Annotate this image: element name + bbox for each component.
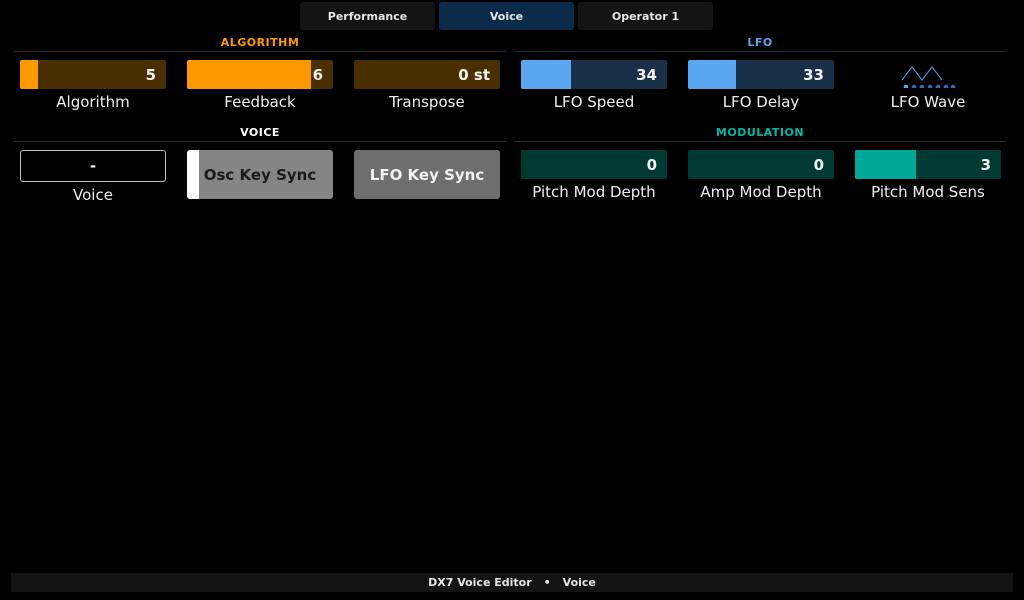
lfo-delay-value: 33 xyxy=(803,65,824,84)
modulation-section-header: MODULATION xyxy=(514,126,1006,142)
lfo-delay-label: LFO Delay xyxy=(722,93,800,111)
footer-separator: • xyxy=(543,576,551,589)
algorithm-section-title: ALGORITHM xyxy=(220,36,300,49)
lfo-speed-control: 34 LFO Speed xyxy=(521,60,667,111)
lfo-speed-value: 34 xyxy=(636,65,657,84)
lfo-key-sync-control: LFO Key Sync xyxy=(354,150,500,199)
feedback-value: 6 xyxy=(312,65,323,84)
lfo-key-sync-label: LFO Key Sync xyxy=(369,165,485,184)
pitch-mod-depth-label: Pitch Mod Depth xyxy=(532,183,656,201)
amp-mod-depth-label: Amp Mod Depth xyxy=(700,183,822,201)
algorithm-slider-fill xyxy=(20,60,38,89)
algorithm-label: Algorithm xyxy=(56,93,130,111)
lfo-wave-label: LFO Wave xyxy=(890,93,966,111)
transpose-label: Transpose xyxy=(389,93,465,111)
voice-section-header: VOICE xyxy=(14,126,506,142)
modulation-section-title: MODULATION xyxy=(715,126,805,139)
osc-key-sync-control: Osc Key Sync xyxy=(187,150,333,199)
pitch-mod-sens-slider-fill xyxy=(855,150,917,179)
lfo-wave-selector[interactable] xyxy=(855,60,1001,89)
pitch-mod-sens-slider[interactable]: 3 xyxy=(855,150,1001,179)
algorithm-slider[interactable]: 5 xyxy=(20,60,166,89)
lfo-key-sync-toggle[interactable]: LFO Key Sync xyxy=(354,150,500,199)
pitch-mod-depth-slider[interactable]: 0 xyxy=(521,150,667,179)
algorithm-control: 5 Algorithm xyxy=(20,60,166,111)
osc-key-sync-label: Osc Key Sync xyxy=(203,165,317,184)
voice-label: Voice xyxy=(73,186,113,204)
tab-voice[interactable]: Voice xyxy=(439,2,574,30)
feedback-label: Feedback xyxy=(224,93,296,111)
pitch-mod-sens-label: Pitch Mod Sens xyxy=(871,183,985,201)
algorithm-value: 5 xyxy=(145,65,156,84)
tab-bar: Performance Voice Operator 1 xyxy=(300,2,713,30)
feedback-slider[interactable]: 6 xyxy=(187,60,333,89)
amp-mod-depth-control: 0 Amp Mod Depth xyxy=(688,150,834,201)
app-title: DX7 Voice Editor xyxy=(428,576,532,589)
voice-control: - Voice xyxy=(20,150,166,204)
lfo-section-title: LFO xyxy=(747,36,773,49)
transpose-value: 0 st xyxy=(458,65,490,84)
transpose-slider[interactable]: 0 st xyxy=(354,60,500,89)
pitch-mod-sens-control: 3 Pitch Mod Sens xyxy=(855,150,1001,201)
lfo-delay-slider[interactable]: 33 xyxy=(688,60,834,89)
triangle-wave-icon xyxy=(901,65,956,88)
osc-key-sync-toggle[interactable]: Osc Key Sync xyxy=(187,150,333,199)
voice-selector[interactable]: - xyxy=(20,150,166,182)
osc-key-sync-on-indicator xyxy=(187,150,199,199)
tab-operator-1[interactable]: Operator 1 xyxy=(578,2,713,30)
pitch-mod-sens-value: 3 xyxy=(980,155,991,174)
lfo-speed-label: LFO Speed xyxy=(553,93,635,111)
voice-section-title: VOICE xyxy=(240,126,280,139)
lfo-delay-control: 33 LFO Delay xyxy=(688,60,834,111)
lfo-delay-slider-fill xyxy=(688,60,737,89)
amp-mod-depth-value: 0 xyxy=(813,155,824,174)
lfo-speed-slider-fill xyxy=(521,60,571,89)
lfo-wave-control: LFO Wave xyxy=(855,60,1001,111)
transpose-control: 0 st Transpose xyxy=(354,60,500,111)
amp-mod-depth-slider[interactable]: 0 xyxy=(688,150,834,179)
feedback-control: 6 Feedback xyxy=(187,60,333,111)
pitch-mod-depth-control: 0 Pitch Mod Depth xyxy=(521,150,667,201)
tab-performance[interactable]: Performance xyxy=(300,2,435,30)
lfo-section-header: LFO xyxy=(514,36,1006,52)
voice-value: - xyxy=(89,157,97,175)
current-page-label: Voice xyxy=(562,576,596,589)
lfo-speed-slider[interactable]: 34 xyxy=(521,60,667,89)
status-bar: DX7 Voice Editor • Voice xyxy=(11,573,1013,592)
pitch-mod-depth-value: 0 xyxy=(646,155,657,174)
feedback-slider-fill xyxy=(187,60,312,89)
algorithm-section-header: ALGORITHM xyxy=(14,36,506,52)
